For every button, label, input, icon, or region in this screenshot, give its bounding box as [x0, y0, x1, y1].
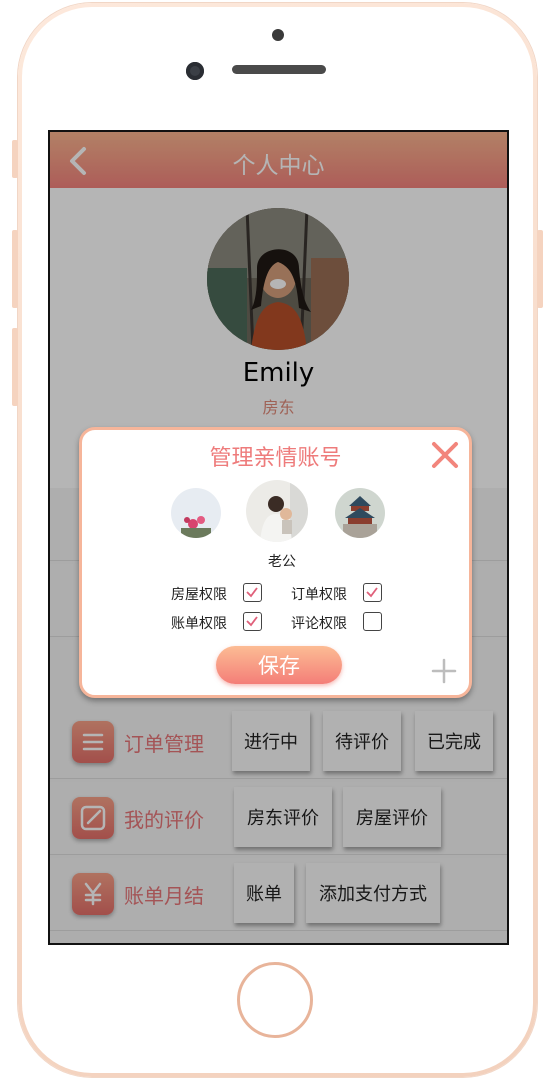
perm-checkbox-order[interactable]	[363, 583, 382, 602]
volume-down-button	[12, 328, 18, 406]
close-icon[interactable]	[430, 440, 460, 470]
earpiece-speaker	[232, 65, 326, 74]
add-member-icon[interactable]	[430, 657, 458, 685]
dialog-title: 管理亲情账号	[209, 446, 342, 471]
save-button[interactable]: 保存	[216, 646, 342, 684]
selected-member-name: 老公	[268, 554, 296, 570]
perm-checkbox-bill[interactable]	[243, 612, 262, 631]
perm-label-order: 订单权限	[291, 587, 347, 603]
perm-label-review: 评论权限	[291, 616, 347, 632]
member-avatar-flowers[interactable]	[171, 488, 221, 538]
power-button	[537, 230, 543, 308]
home-button[interactable]	[237, 962, 313, 1038]
perm-label-bill: 账单权限	[171, 616, 227, 632]
perm-checkbox-house[interactable]	[243, 583, 262, 602]
mute-switch	[12, 140, 18, 178]
perm-label-house: 房屋权限	[171, 587, 227, 603]
member-avatar-husband[interactable]	[246, 480, 308, 542]
member-avatar-temple[interactable]	[335, 488, 385, 538]
front-camera	[186, 62, 204, 80]
perm-checkbox-review[interactable]	[363, 612, 382, 631]
proximity-sensor	[272, 29, 284, 41]
volume-up-button	[12, 230, 18, 308]
family-account-dialog: 管理亲情账号 老公 房屋权限 订单权限 账单权限 评论权限 保存	[79, 427, 472, 698]
